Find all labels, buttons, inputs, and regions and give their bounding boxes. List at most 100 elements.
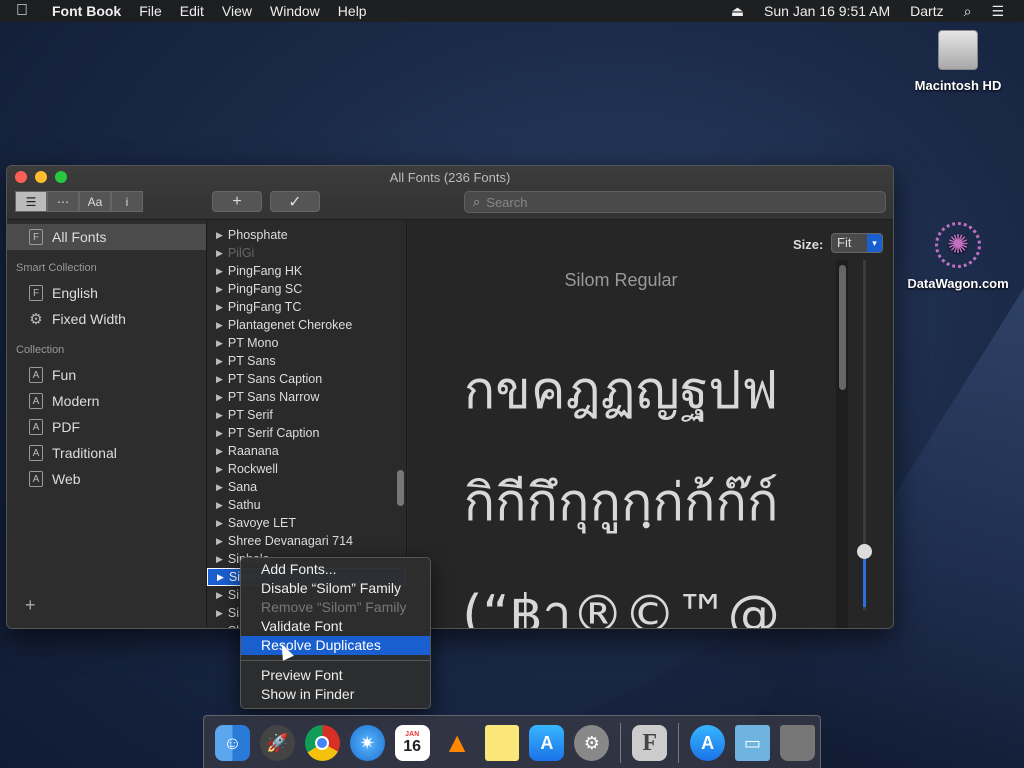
disclosure-triangle-icon[interactable]: ▶	[217, 572, 224, 583]
menu-view[interactable]: View	[222, 3, 252, 19]
validate-button[interactable]: ✓	[270, 191, 320, 212]
sidebar-item-web[interactable]: A Web	[7, 466, 206, 492]
sidebar-item-all-fonts[interactable]: F All Fonts	[7, 224, 206, 250]
preview-scrollbar-thumb[interactable]	[839, 265, 846, 390]
app-store-icon[interactable]: A	[529, 725, 565, 761]
menu-file[interactable]: File	[139, 3, 162, 19]
desktop-icon-datawagon[interactable]: ✺ DataWagon.com	[903, 222, 1013, 291]
apple-icon[interactable]: 	[16, 2, 38, 20]
disclosure-triangle-icon[interactable]: ▶	[216, 320, 223, 331]
preview-scrollbar[interactable]	[836, 260, 848, 628]
font-family-item[interactable]: ▶ PT Sans	[207, 352, 406, 370]
font-family-item[interactable]: ▶ Sana	[207, 478, 406, 496]
sidebar-item-fixed-width[interactable]: ⚙ Fixed Width	[7, 306, 206, 332]
trash-icon[interactable]	[780, 725, 815, 761]
safari-icon[interactable]: ✷	[349, 725, 385, 761]
eject-icon[interactable]: ⏏	[731, 3, 744, 20]
disclosure-triangle-icon[interactable]: ▶	[216, 392, 223, 403]
list-view-icon[interactable]: ☰	[15, 191, 47, 212]
font-family-item[interactable]: ▶ Shree Devanagari 714	[207, 532, 406, 550]
font-family-item[interactable]: ▶ PT Serif	[207, 406, 406, 424]
add-collection-button[interactable]: +	[25, 595, 36, 616]
font-family-item[interactable]: ▶ PilGi	[207, 244, 406, 262]
font-family-item[interactable]: ▶ PingFang SC	[207, 280, 406, 298]
search-field[interactable]: ⌕ Search	[464, 191, 886, 213]
finder-icon[interactable]: ☺	[215, 725, 250, 761]
notification-center-icon[interactable]: ☰	[991, 3, 1004, 20]
menu-item-resolve-duplicates[interactable]: Resolve Duplicates	[241, 636, 430, 655]
disclosure-triangle-icon[interactable]: ▶	[216, 500, 223, 511]
menu-app-name[interactable]: Font Book	[52, 3, 121, 19]
disclosure-triangle-icon[interactable]: ▶	[216, 626, 223, 629]
disclosure-triangle-icon[interactable]: ▶	[216, 482, 223, 493]
chrome-icon[interactable]	[304, 725, 340, 761]
system-preferences-icon[interactable]: ⚙	[574, 725, 610, 761]
font-preview-pane: Size: Fit ▾ Silom Regular กขคฎฏญฐปฟ กิกี…	[408, 220, 893, 628]
font-list-scrollbar[interactable]	[397, 470, 404, 506]
disclosure-triangle-icon[interactable]: ▶	[216, 266, 223, 277]
font-family-item[interactable]: ▶ PT Mono	[207, 334, 406, 352]
disclosure-triangle-icon[interactable]: ▶	[216, 374, 223, 385]
gear-icon: ⚙	[29, 311, 43, 328]
menu-window[interactable]: Window	[270, 3, 320, 19]
sidebar-item-pdf[interactable]: A PDF	[7, 414, 206, 440]
add-font-button[interactable]: +	[212, 191, 262, 212]
menu-help[interactable]: Help	[338, 3, 367, 19]
hard-drive-icon	[938, 30, 978, 70]
sidebar-item-modern[interactable]: A Modern	[7, 388, 206, 414]
sidebar-item-english[interactable]: F English	[7, 280, 206, 306]
menu-item-add-fonts[interactable]: Add Fonts...	[241, 560, 430, 579]
disclosure-triangle-icon[interactable]: ▶	[216, 608, 223, 619]
grid-view-icon[interactable]: ⋯	[47, 191, 79, 212]
font-family-item[interactable]: ▶ PT Sans Caption	[207, 370, 406, 388]
font-family-item[interactable]: ▶ PingFang HK	[207, 262, 406, 280]
launchpad-icon[interactable]: 🚀	[259, 725, 295, 761]
font-family-item[interactable]: ▶ Rockwell	[207, 460, 406, 478]
size-slider-knob[interactable]	[857, 544, 872, 559]
font-family-item[interactable]: ▶ Sathu	[207, 496, 406, 514]
disclosure-triangle-icon[interactable]: ▶	[216, 536, 223, 547]
notes-icon[interactable]	[484, 725, 520, 761]
font-family-item[interactable]: ▶ PingFang TC	[207, 298, 406, 316]
app-store-downloads-icon[interactable]: A	[690, 725, 726, 761]
disclosure-triangle-icon[interactable]: ▶	[216, 554, 223, 565]
sidebar-item-fun[interactable]: A Fun	[7, 362, 206, 388]
menu-item-preview-font[interactable]: Preview Font	[241, 666, 430, 685]
size-select[interactable]: Fit ▾	[831, 233, 883, 253]
menu-item-remove-family: Remove “Silom” Family	[261, 599, 407, 615]
font-family-item[interactable]: ▶ PT Sans Narrow	[207, 388, 406, 406]
font-family-item[interactable]: ▶ Raanana	[207, 442, 406, 460]
disclosure-triangle-icon[interactable]: ▶	[216, 302, 223, 313]
disclosure-triangle-icon[interactable]: ▶	[216, 284, 223, 295]
disclosure-triangle-icon[interactable]: ▶	[216, 464, 223, 475]
font-family-item[interactable]: ▶ Phosphate	[207, 226, 406, 244]
menu-item-show-in-finder[interactable]: Show in Finder	[241, 685, 430, 704]
disclosure-triangle-icon[interactable]: ▶	[216, 356, 223, 367]
font-family-item[interactable]: ▶ Savoye LET	[207, 514, 406, 532]
font-family-item[interactable]: ▶ PT Serif Caption	[207, 424, 406, 442]
disclosure-triangle-icon[interactable]: ▶	[216, 338, 223, 349]
info-view-icon[interactable]: i	[111, 191, 143, 212]
disclosure-triangle-icon[interactable]: ▶	[216, 410, 223, 421]
desktop-icon-macintosh-hd[interactable]: Macintosh HD	[908, 30, 1008, 93]
disclosure-triangle-icon[interactable]: ▶	[216, 590, 223, 601]
spotlight-icon[interactable]: ⌕	[964, 3, 972, 20]
collection-icon: A	[29, 445, 43, 461]
menu-item-disable-family[interactable]: Disable “Silom” Family	[241, 579, 430, 598]
menu-edit[interactable]: Edit	[180, 3, 204, 19]
downloads-folder-icon[interactable]: ▭	[735, 725, 770, 761]
font-family-item[interactable]: ▶ Plantagenet Cherokee	[207, 316, 406, 334]
menu-clock[interactable]: Sun Jan 16 9:51 AM	[764, 3, 890, 19]
disclosure-triangle-icon[interactable]: ▶	[216, 518, 223, 529]
menu-item-validate-font[interactable]: Validate Font	[241, 617, 430, 636]
disclosure-triangle-icon[interactable]: ▶	[216, 248, 223, 259]
disclosure-triangle-icon[interactable]: ▶	[216, 428, 223, 439]
sidebar-item-traditional[interactable]: A Traditional	[7, 440, 206, 466]
disclosure-triangle-icon[interactable]: ▶	[216, 446, 223, 457]
sample-view-icon[interactable]: Aa	[79, 191, 111, 212]
calendar-icon[interactable]: JAN 16	[394, 725, 430, 761]
menu-user[interactable]: Dartz	[910, 3, 943, 19]
vlc-icon[interactable]: ▲	[440, 725, 475, 761]
font-book-icon[interactable]: F	[632, 725, 668, 761]
disclosure-triangle-icon[interactable]: ▶	[216, 230, 223, 241]
